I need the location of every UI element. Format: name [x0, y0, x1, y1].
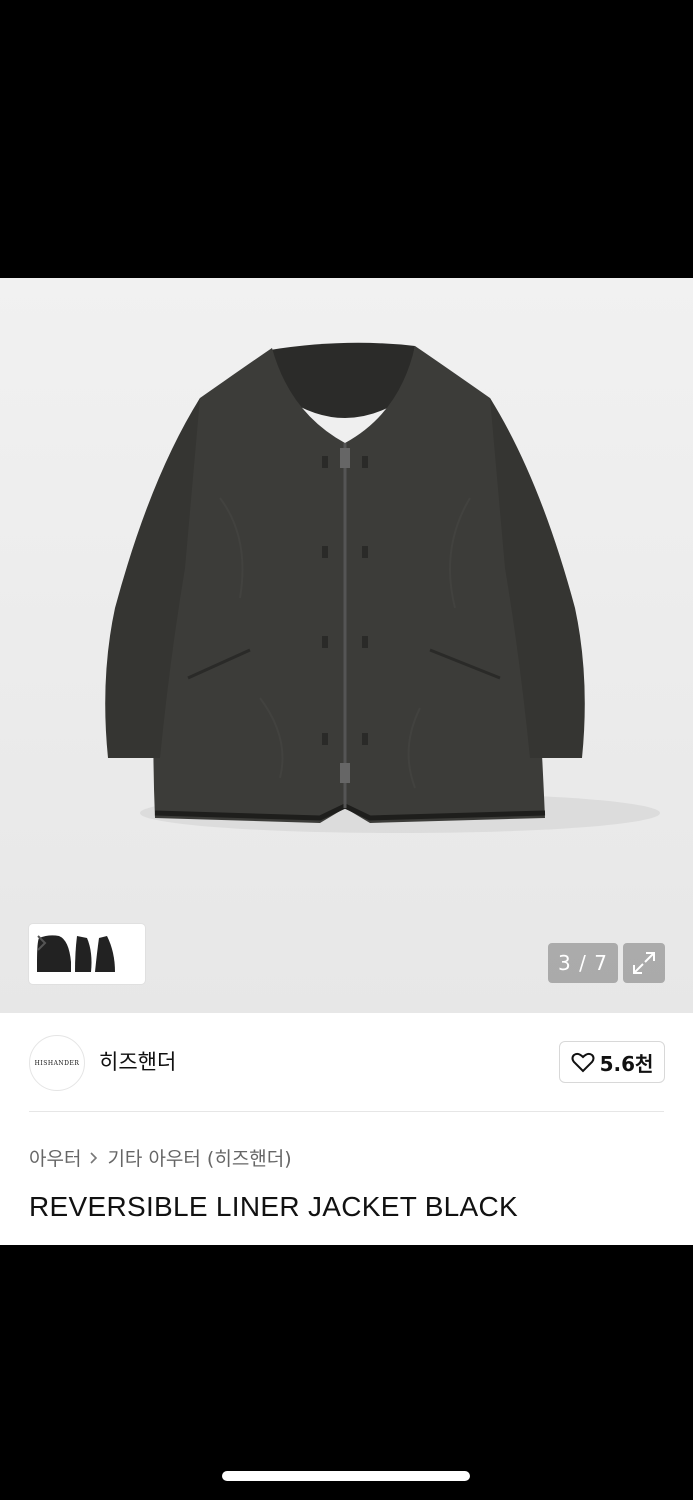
expand-button[interactable]: [623, 943, 665, 983]
breadcrumb: 아우터 기타 아우터 (히즈핸더): [29, 1144, 292, 1171]
expand-icon: [633, 952, 655, 974]
breadcrumb-category[interactable]: 아우터: [29, 1144, 81, 1171]
like-count: 5.6천: [599, 1051, 654, 1076]
product-info-section: HISHANDER 히즈핸더 5.6천 아우터 기타 아우터 (히즈핸더) RE…: [0, 1013, 693, 1245]
thumbnail-strip[interactable]: [29, 924, 145, 984]
divider: [29, 1111, 664, 1112]
like-button[interactable]: 5.6천: [559, 1041, 665, 1083]
breadcrumb-subcategory[interactable]: 기타 아우터 (히즈핸더): [107, 1144, 291, 1171]
chevron-right-icon: [90, 1151, 98, 1164]
home-indicator[interactable]: [222, 1471, 470, 1481]
product-image-gallery[interactable]: 3 / 7: [0, 278, 693, 1013]
product-title: REVERSIBLE LINER JACKET BLACK: [29, 1191, 519, 1222]
brand-logo[interactable]: HISHANDER: [29, 1035, 85, 1091]
chevron-right-icon: [37, 935, 47, 951]
brand-logo-text: HISHANDER: [34, 1059, 80, 1067]
image-counter: 3 / 7: [548, 943, 618, 983]
heart-outline-icon: [571, 1052, 595, 1073]
brand-name[interactable]: 히즈핸더: [99, 1046, 176, 1076]
product-image-jacket: [105, 342, 660, 833]
